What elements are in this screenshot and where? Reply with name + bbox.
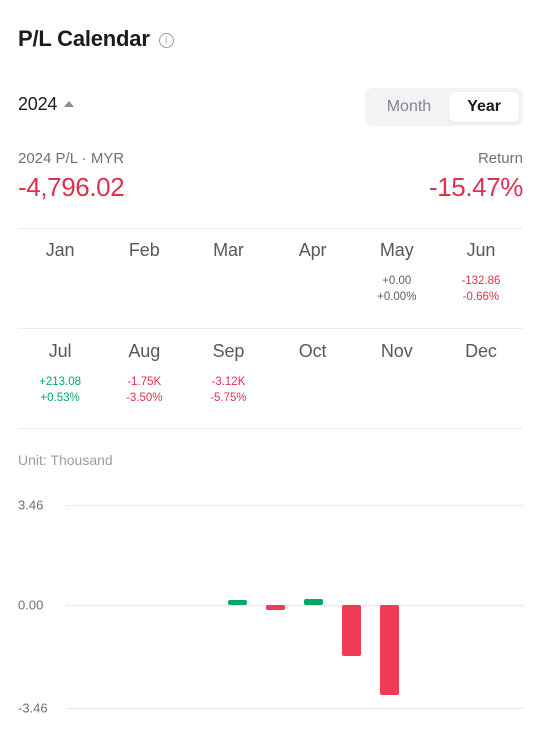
month-name: Jan — [45, 240, 75, 260]
month-cell-jul[interactable]: Jul +213.08 +0.53% — [18, 341, 102, 407]
month-return: -0.66% — [462, 291, 500, 303]
month-cell-jun[interactable]: Jun -132.86 -0.66% — [439, 240, 523, 306]
year-selector[interactable]: 2024 — [18, 94, 75, 115]
month-cell-dec[interactable]: Dec — [439, 341, 523, 407]
year-label: 2024 — [18, 94, 58, 114]
month-name: May — [379, 240, 414, 260]
month-cell-oct[interactable]: Oct — [271, 341, 355, 407]
chart-bar-jul[interactable] — [304, 598, 324, 605]
chart-bar-jun[interactable] — [265, 605, 285, 610]
month-row: Jul +213.08 +0.53% Aug -1.75K -3.50% Sep… — [18, 341, 523, 407]
month-return: +0.00% — [377, 291, 417, 303]
month-pl: -3.12K — [211, 376, 246, 388]
info-circle-icon[interactable]: i — [158, 33, 174, 48]
month-cell-jan[interactable]: Jan — [18, 240, 102, 306]
return-value: -15.47% — [428, 172, 523, 202]
month-name: Jun — [466, 240, 496, 260]
month-return: +0.53% — [40, 392, 80, 404]
month-name: Sep — [212, 341, 245, 361]
tab-year[interactable]: Year — [449, 92, 519, 122]
pl-label: 2024 P/L · MYR — [18, 150, 125, 167]
page-title: P/L Calendar — [18, 26, 150, 51]
period-toggle: Month Year — [364, 88, 523, 126]
month-name: Oct — [298, 341, 327, 361]
calendar-row-second-half: Jul +213.08 +0.53% Aug -1.75K -3.50% Sep… — [18, 341, 523, 407]
calendar-row-first-half: Jan Feb Mar Apr May +0.00 +0.00% Jun -13… — [18, 240, 523, 306]
divider-middle — [18, 328, 523, 329]
summary-labels: 2024 P/L · MYR Return — [18, 150, 523, 167]
pl-value: -4,796.02 — [18, 172, 125, 202]
month-pl: -1.75K — [127, 376, 162, 388]
month-cell-aug[interactable]: Aug -1.75K -3.50% — [102, 341, 186, 407]
month-name: Jul — [48, 341, 72, 361]
month-name: Mar — [213, 240, 244, 260]
month-name: Feb — [128, 240, 160, 260]
month-name: Apr — [298, 240, 327, 260]
month-cell-nov[interactable]: Nov — [355, 341, 439, 407]
month-cell-apr[interactable]: Apr — [271, 240, 355, 306]
page-header: P/L Calendar i — [18, 26, 174, 52]
chart-bar-may[interactable] — [227, 600, 247, 605]
caret-up-icon — [64, 100, 75, 107]
month-return: -5.75% — [210, 392, 247, 404]
chart-bar-sep[interactable] — [380, 605, 400, 696]
pl-bar-chart: Unit: Thousand 3.46 0.00 -3.46 — [0, 440, 540, 743]
pl-calendar-page: P/L Calendar i 2024 Month Year 2024 P/L … — [0, 0, 540, 743]
chart-plot-area — [0, 440, 540, 743]
month-cell-mar[interactable]: Mar — [186, 240, 270, 306]
return-label: Return — [477, 150, 523, 167]
control-row: 2024 Month Year — [0, 88, 540, 128]
month-cell-may[interactable]: May +0.00 +0.00% — [355, 240, 439, 306]
month-name: Nov — [380, 341, 413, 361]
month-pl: +213.08 — [39, 376, 82, 388]
month-pl: -132.86 — [461, 275, 501, 287]
month-name: Dec — [465, 341, 497, 361]
summary-values: -4,796.02 -15.47% — [18, 172, 523, 203]
divider-top — [18, 228, 523, 229]
month-return: -3.50% — [126, 392, 163, 404]
summary-block: 2024 P/L · MYR Return -4,796.02 -15.47% — [18, 150, 523, 203]
month-cell-feb[interactable]: Feb — [102, 240, 186, 306]
month-cell-sep[interactable]: Sep -3.12K -5.75% — [186, 341, 270, 407]
month-name: Aug — [128, 341, 161, 361]
month-pl: +0.00 — [382, 275, 412, 287]
chart-bar-aug[interactable] — [342, 605, 362, 656]
month-row: Jan Feb Mar Apr May +0.00 +0.00% Jun -13… — [18, 240, 523, 306]
divider-bottom — [18, 428, 523, 429]
tab-month[interactable]: Month — [369, 92, 449, 122]
